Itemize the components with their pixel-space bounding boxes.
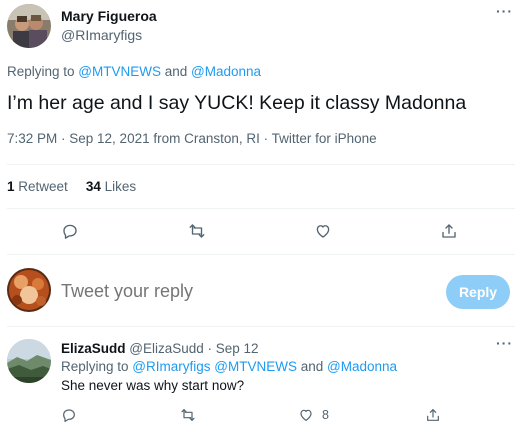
share-icon [427, 409, 439, 421]
replying-to-line: Replying to @MTVNEWS and @Madonna [7, 64, 261, 79]
reply-action[interactable] [61, 402, 77, 428]
retweet-action[interactable] [180, 402, 196, 428]
tweet-actions [0, 216, 515, 246]
retweet-stat[interactable]: 1 Retweet [7, 179, 68, 194]
like-label: Likes [104, 179, 137, 194]
author-handle[interactable]: @RImaryfigs [61, 27, 142, 43]
heart-icon [300, 409, 312, 421]
reply-action[interactable] [55, 216, 85, 246]
author-avatar[interactable] [7, 4, 51, 48]
divider [7, 164, 515, 165]
like-stat[interactable]: 34 Likes [86, 179, 136, 194]
reply-author-handle[interactable]: @ElizaSudd [129, 341, 204, 356]
comment-icon [63, 409, 75, 422]
tweet-stats: 1 Retweet 34 Likes [7, 179, 136, 194]
reply-button[interactable]: Reply [446, 275, 510, 309]
mention-link-mtvnews[interactable]: @MTVNEWS [211, 359, 297, 374]
reply-composer: Reply [0, 258, 515, 324]
retweet-count: 1 [7, 179, 15, 194]
like-action[interactable] [308, 216, 338, 246]
divider [7, 208, 515, 209]
replying-prefix: Replying to [61, 359, 133, 374]
reply-header: ElizaSudd @ElizaSudd · Sep 12 [61, 341, 259, 356]
tweet-meta[interactable]: 7:32 PM · Sep 12, 2021 from Cranston, RI… [7, 131, 377, 146]
mention-link-madonna[interactable]: @Madonna [191, 64, 261, 79]
comment-icon [63, 224, 77, 239]
share-icon [442, 224, 456, 238]
reply-author-avatar[interactable] [7, 339, 51, 383]
mention-link-mtvnews[interactable]: @MTVNEWS [78, 64, 161, 79]
share-action[interactable] [434, 216, 464, 246]
retweet-action[interactable] [182, 216, 212, 246]
main-tweet: Mary Figueroa @RImaryfigs ··· Replying t… [0, 0, 515, 255]
like-action[interactable]: 8 [298, 402, 329, 428]
divider [7, 254, 515, 255]
replying-and: and [161, 64, 192, 79]
reply-actions: 8 [0, 402, 515, 428]
reply-replying-to-line: Replying to @RImaryfigs @MTVNEWS and @Ma… [61, 359, 397, 374]
like-count: 34 [85, 179, 101, 194]
reply-text: She never was why start now? [61, 378, 245, 393]
reply-date[interactable]: · Sep 12 [204, 341, 259, 356]
like-count: 8 [322, 408, 329, 422]
reply-author-name[interactable]: ElizaSudd [61, 341, 126, 356]
mention-link-madonna[interactable]: @Madonna [327, 359, 397, 374]
heart-icon [316, 225, 330, 238]
share-action[interactable] [425, 402, 441, 428]
replying-prefix: Replying to [7, 64, 79, 79]
retweet-label: Retweet [18, 179, 68, 194]
more-options-icon[interactable]: ··· [496, 3, 513, 19]
retweet-icon [181, 409, 195, 421]
tweet-text: I’m her age and I say YUCK! Keep it clas… [7, 92, 467, 114]
mention-link-rimaryfigs[interactable]: @RImaryfigs [132, 359, 210, 374]
replying-and: and [296, 359, 327, 374]
author-name[interactable]: Mary Figueroa [61, 8, 157, 24]
current-user-avatar[interactable] [7, 268, 51, 312]
reply-tweet[interactable]: ElizaSudd @ElizaSudd · Sep 12 ··· Replyi… [0, 327, 515, 436]
retweet-icon [189, 224, 205, 238]
reply-input[interactable] [61, 281, 401, 302]
more-options-icon[interactable]: ··· [496, 335, 513, 351]
